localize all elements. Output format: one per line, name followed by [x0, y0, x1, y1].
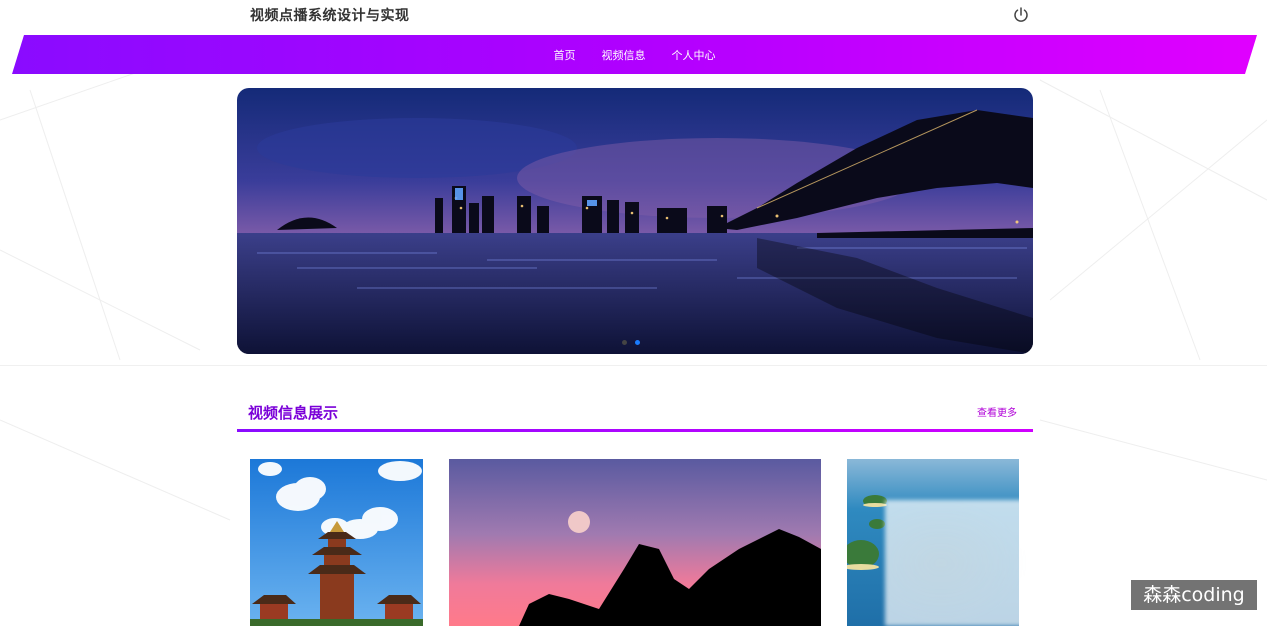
- video-card[interactable]: [250, 459, 423, 626]
- carousel-dot-active[interactable]: [635, 340, 640, 345]
- main-navbar: 首页 视频信息 个人中心: [12, 35, 1257, 74]
- video-card[interactable]: [449, 459, 821, 626]
- see-more-link[interactable]: 查看更多: [977, 404, 1017, 419]
- banner-carousel[interactable]: [237, 88, 1033, 354]
- video-thumbnail: [449, 459, 821, 626]
- watermark: 森森coding: [1131, 580, 1257, 610]
- video-thumbnail: [250, 459, 423, 626]
- blurred-overlay: [885, 500, 1025, 626]
- nav-item-personal-center[interactable]: 个人中心: [659, 47, 729, 63]
- divider: [0, 365, 1267, 366]
- banner-image: [237, 88, 1033, 354]
- section-underline: [237, 429, 1033, 432]
- carousel-dots: [622, 340, 640, 345]
- logout-button[interactable]: [1012, 6, 1030, 24]
- site-title: 视频点播系统设计与实现: [250, 8, 410, 24]
- section-title: 视频信息展示: [248, 404, 339, 422]
- nav-item-video-info[interactable]: 视频信息: [589, 47, 659, 63]
- nav-item-home[interactable]: 首页: [541, 47, 589, 63]
- carousel-dot[interactable]: [622, 340, 627, 345]
- power-icon: [1014, 7, 1028, 22]
